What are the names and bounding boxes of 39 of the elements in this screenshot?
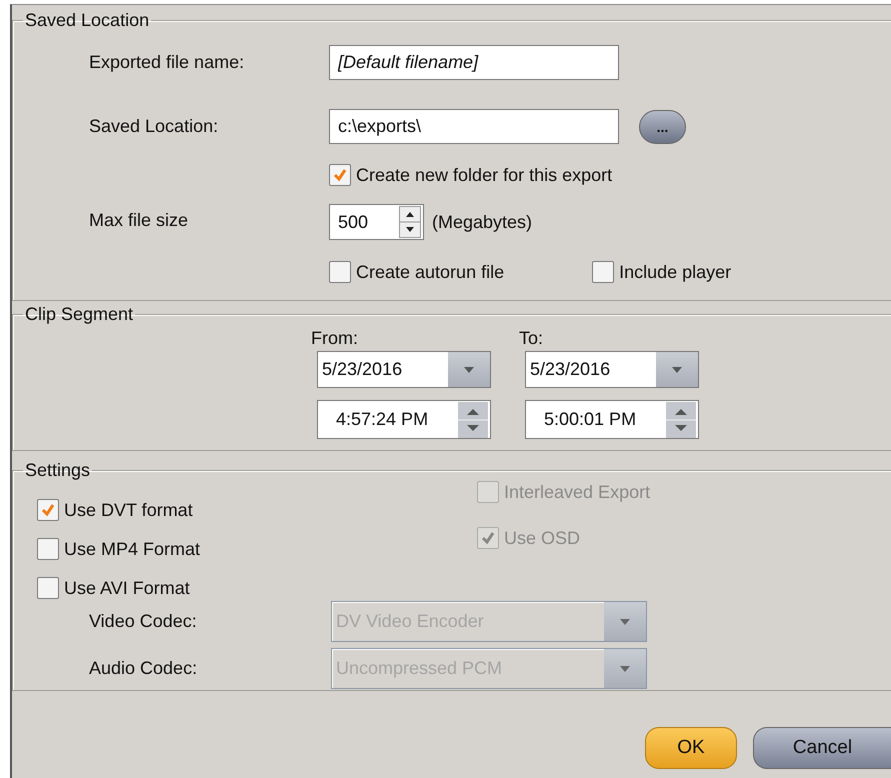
browse-button[interactable]: ... bbox=[639, 110, 686, 144]
checkmark-icon bbox=[333, 168, 347, 182]
field-label: Audio Codec: bbox=[88, 658, 198, 679]
unit-label: (Megabytes) bbox=[432, 212, 532, 232]
field-label: Max file size bbox=[88, 209, 190, 231]
checkbox[interactable] bbox=[37, 499, 59, 521]
checkbox-option[interactable]: Include player bbox=[592, 261, 732, 283]
field-label: Saved Location: bbox=[88, 116, 220, 137]
spinner-arrows-icon[interactable] bbox=[399, 206, 421, 238]
date-picker[interactable]: 5/23/2016 bbox=[525, 351, 699, 388]
field-label: Video Codec: bbox=[88, 611, 198, 632]
ok-button[interactable]: OK bbox=[645, 727, 737, 769]
date-picker[interactable]: 5/23/2016 bbox=[317, 351, 491, 388]
group-title: Settings bbox=[24, 459, 92, 481]
range-label: To: bbox=[519, 327, 544, 349]
file-name-field[interactable]: [Default filename] bbox=[329, 45, 619, 80]
checkbox[interactable] bbox=[592, 261, 614, 283]
checkbox-option[interactable]: Use DVT format bbox=[37, 499, 477, 521]
field-label: Exported file name: bbox=[88, 52, 246, 73]
checkbox-option[interactable]: Create new folder for this export bbox=[329, 164, 612, 186]
group-title: Saved Location bbox=[24, 9, 150, 31]
checkbox[interactable] bbox=[37, 577, 59, 599]
range-label: From: bbox=[311, 327, 359, 349]
cancel-button[interactable]: Cancel bbox=[753, 727, 891, 769]
checkbox[interactable] bbox=[329, 261, 351, 283]
spinner-arrows-icon[interactable] bbox=[666, 402, 696, 438]
checkbox-option[interactable]: Use MP4 Format bbox=[37, 538, 477, 560]
time-spinner[interactable]: 4:57:24 PM bbox=[317, 400, 491, 439]
checkbox-option[interactable]: Create autorun file bbox=[329, 261, 504, 283]
spinner-arrows-icon[interactable] bbox=[458, 402, 488, 438]
checkbox[interactable] bbox=[329, 164, 351, 186]
checkbox-option[interactable]: Use AVI Format bbox=[37, 577, 477, 599]
location-field[interactable]: c:\exports\ bbox=[329, 109, 619, 144]
checkmark-icon bbox=[41, 503, 55, 517]
time-spinner[interactable]: 5:00:01 PM bbox=[525, 400, 699, 439]
checkbox[interactable] bbox=[37, 538, 59, 560]
checkmark-icon bbox=[481, 531, 495, 545]
size-spinner[interactable]: 500 bbox=[329, 204, 424, 240]
group-title: Clip Segment bbox=[24, 303, 134, 325]
